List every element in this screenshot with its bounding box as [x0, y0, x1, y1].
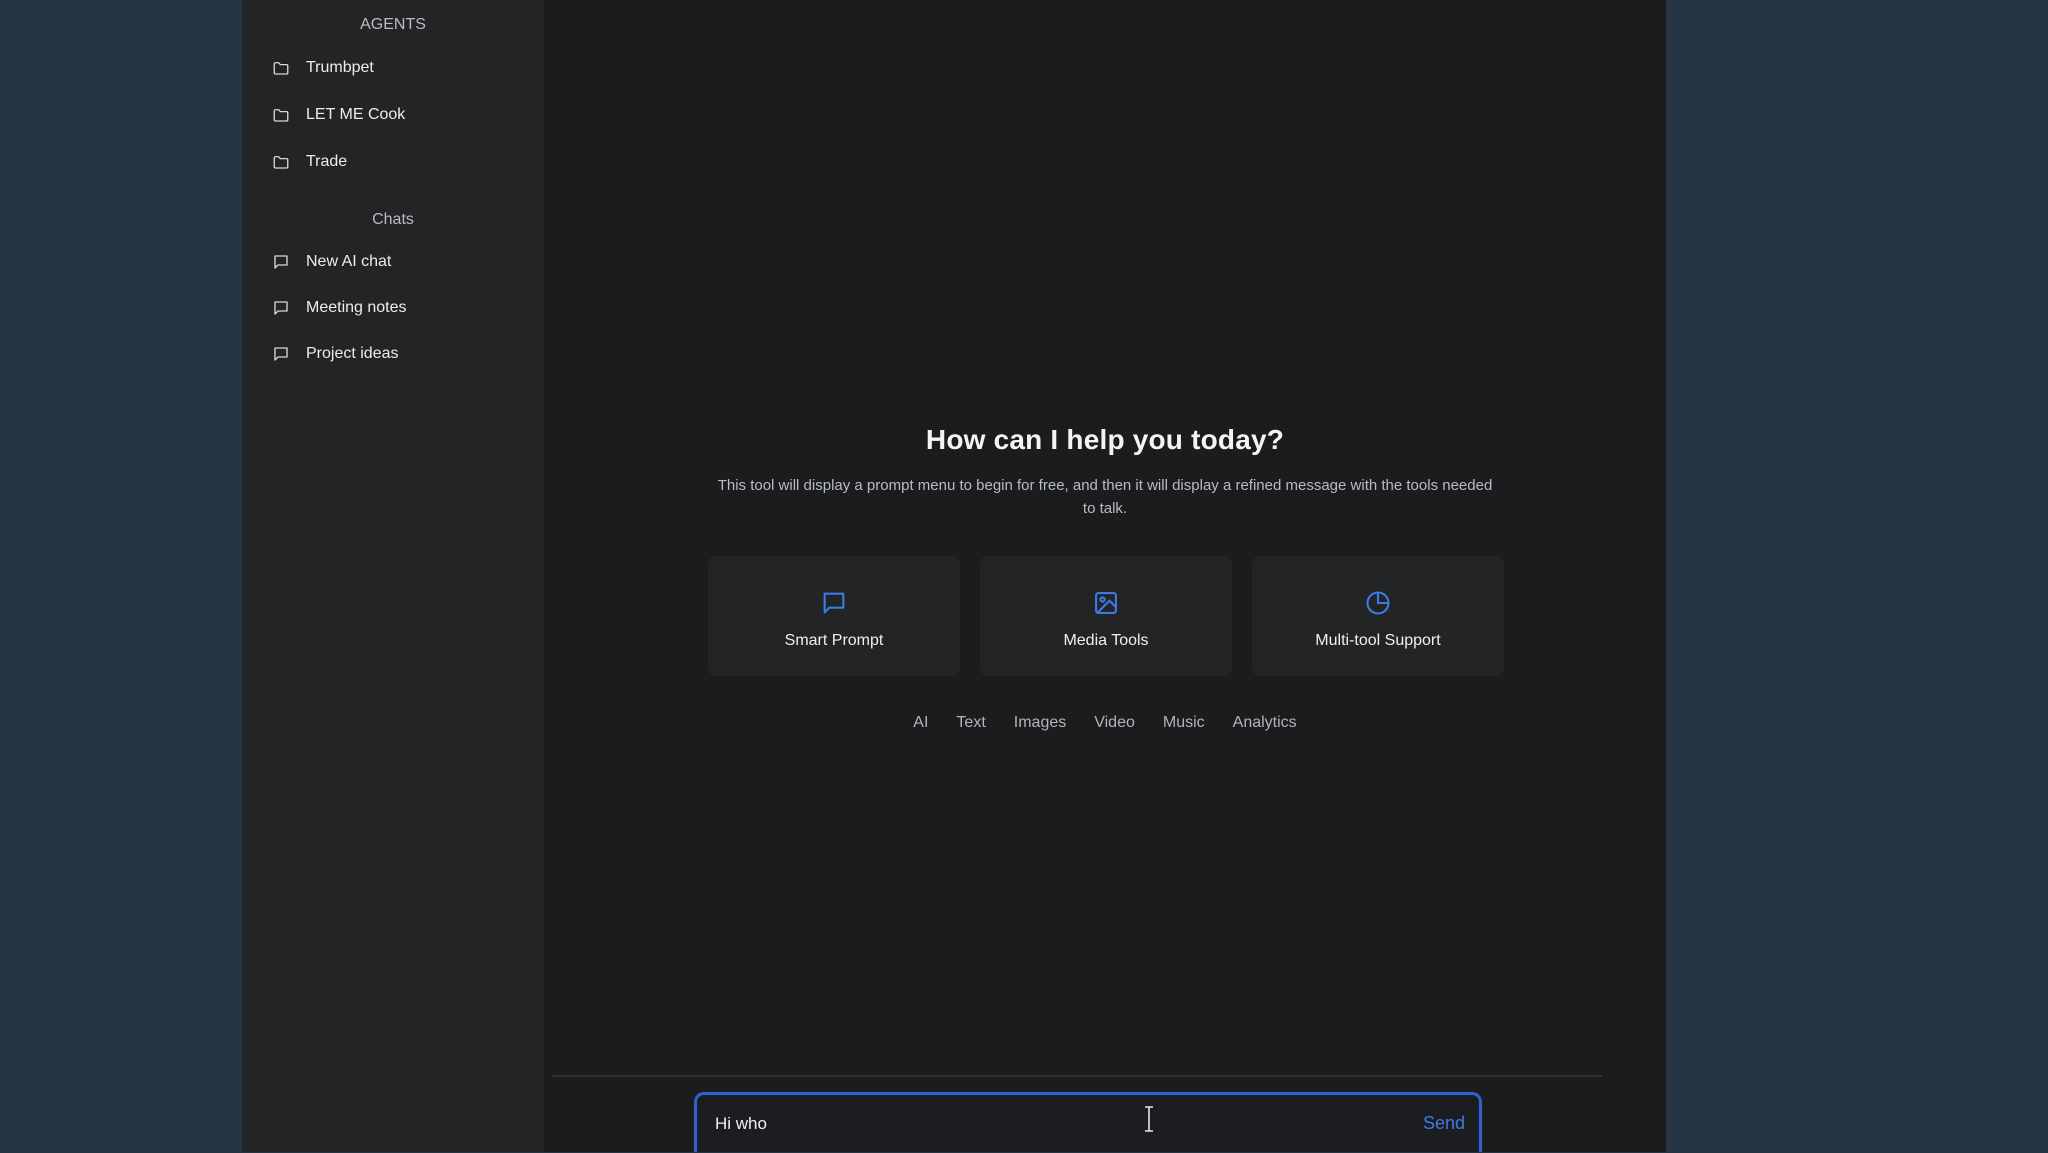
sidebar-item-trumbpet[interactable]: Trumbpet: [242, 44, 544, 91]
sidebar-item-label: LET ME Cook: [306, 105, 406, 123]
tag-video[interactable]: Video: [1094, 714, 1135, 732]
folder-icon: [272, 153, 290, 171]
sidebar-item-label: Trade: [306, 152, 348, 170]
main-panel: How can I help you today? This tool will…: [544, 0, 1666, 1153]
welcome-section: How can I help you today? This tool will…: [544, 424, 1666, 520]
card-label: Media Tools: [1063, 631, 1149, 649]
text-cursor-icon: [1145, 1106, 1153, 1132]
card-label: Multi-tool Support: [1315, 631, 1441, 649]
smart-prompt-card[interactable]: Smart Prompt: [708, 556, 960, 676]
app-window: AGENTS Trumbpet LET ME Cook Trade Chats …: [242, 0, 1666, 1153]
sidebar-item-project-ideas[interactable]: Project ideas: [242, 331, 544, 377]
tag-analytics[interactable]: Analytics: [1233, 714, 1297, 732]
chat-bubble-icon: [272, 345, 290, 363]
sidebar-item-label: Project ideas: [306, 345, 399, 362]
sidebar-item-let-me-cook[interactable]: LET ME Cook: [242, 91, 544, 138]
media-tools-card[interactable]: Media Tools: [980, 556, 1232, 676]
image-icon: [1092, 589, 1120, 622]
agents-list: Trumbpet LET ME Cook Trade: [242, 44, 544, 185]
message-input[interactable]: [697, 1094, 1417, 1153]
welcome-description: This tool will display a prompt menu to …: [717, 477, 1493, 517]
multi-tool-support-card[interactable]: Multi-tool Support: [1252, 556, 1504, 676]
chats-section-title: Chats: [372, 211, 414, 228]
folder-icon: [272, 106, 290, 124]
card-label: Smart Prompt: [784, 631, 884, 649]
sidebar-item-label: Meeting notes: [306, 299, 407, 316]
sidebar-item-label: Trumbpet: [306, 58, 374, 76]
pie-chart-icon: [1364, 589, 1392, 622]
category-tags: AI Text Images Video Music Analytics: [544, 714, 1666, 732]
tag-text[interactable]: Text: [956, 714, 985, 732]
folder-icon: [272, 59, 290, 77]
chat-bubble-icon: [272, 299, 290, 317]
chats-list: New AI chat Meeting notes Project ideas: [242, 239, 544, 377]
chat-bubble-icon: [820, 589, 848, 622]
chat-bubble-icon: [272, 253, 290, 271]
sidebar-item-label: New AI chat: [306, 253, 392, 270]
tag-images[interactable]: Images: [1014, 714, 1066, 732]
page-title: How can I help you today?: [925, 424, 1285, 455]
tag-ai[interactable]: AI: [913, 714, 928, 732]
feature-cards: Smart Prompt Media Tools Multi-tool Supp…: [708, 556, 1504, 676]
sidebar-item-meeting-notes[interactable]: Meeting notes: [242, 285, 544, 331]
sidebar: AGENTS Trumbpet LET ME Cook Trade Chats …: [242, 0, 544, 1152]
composer-divider: [552, 1075, 1602, 1077]
agents-section-title: AGENTS: [360, 16, 426, 33]
send-button[interactable]: Send: [1417, 1112, 1479, 1135]
sidebar-item-new-ai-chat[interactable]: New AI chat: [242, 239, 544, 285]
sidebar-item-trade[interactable]: Trade: [242, 138, 544, 185]
message-composer: Send: [694, 1092, 1482, 1153]
tag-music[interactable]: Music: [1163, 714, 1205, 732]
